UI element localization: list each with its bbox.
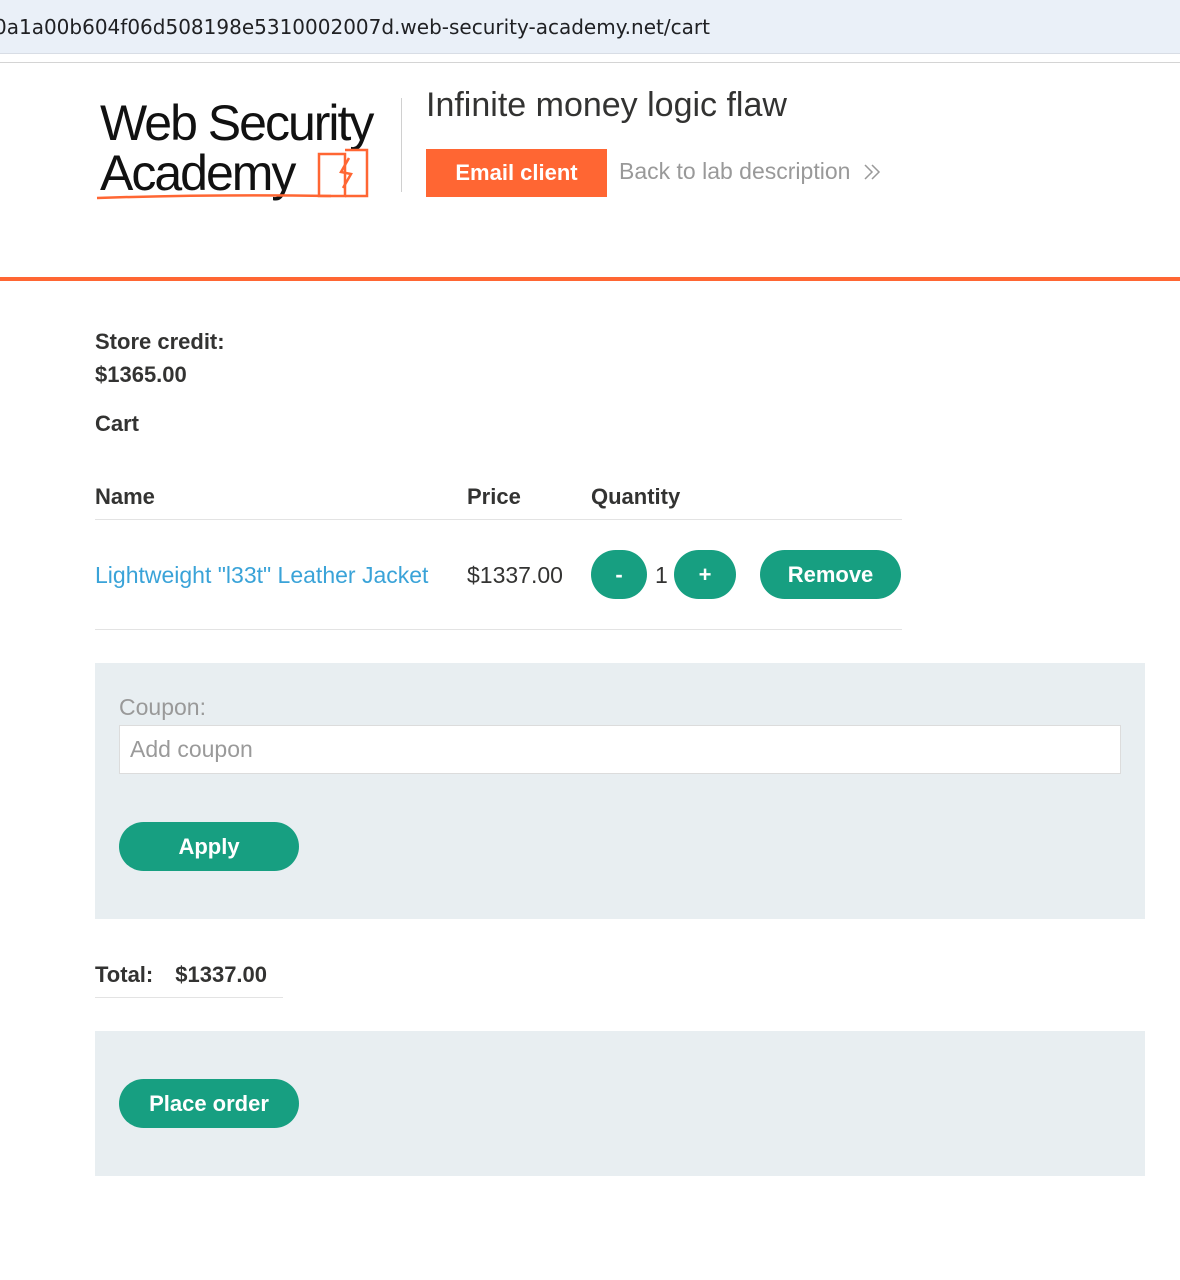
- svg-text:Academy: Academy: [100, 145, 296, 201]
- back-to-lab-description-link[interactable]: Back to lab description: [619, 158, 882, 185]
- column-header-name: Name: [95, 484, 155, 509]
- web-security-academy-logo[interactable]: Web Security Academy: [95, 92, 397, 204]
- store-credit-value: $1365.00: [95, 362, 187, 387]
- svg-text:Web Security: Web Security: [100, 95, 374, 151]
- column-header-price: Price: [467, 484, 521, 509]
- remove-item-button[interactable]: Remove: [760, 550, 901, 599]
- table-header-divider: [95, 519, 902, 520]
- increase-quantity-button[interactable]: +: [674, 550, 736, 599]
- total-divider: [95, 997, 283, 998]
- apply-coupon-button[interactable]: Apply: [119, 822, 299, 871]
- place-order-button[interactable]: Place order: [119, 1079, 299, 1128]
- coupon-input[interactable]: [119, 725, 1121, 774]
- column-header-quantity: Quantity: [591, 484, 681, 509]
- header-divider: [401, 98, 402, 192]
- email-client-button[interactable]: Email client: [426, 149, 607, 197]
- place-order-panel: Place order: [95, 1031, 1145, 1176]
- coupon-label: Coupon:: [119, 694, 206, 720]
- total-value: $1337.00: [175, 962, 268, 987]
- header-accent-rule: [0, 277, 1180, 281]
- table-row-divider: [95, 629, 902, 630]
- browser-url-bar[interactable]: 0a1a00b604f06d508198e5310002007d.web-sec…: [0, 0, 1180, 54]
- url-text[interactable]: 0a1a00b604f06d508198e5310002007d.web-sec…: [0, 15, 710, 39]
- product-price: $1337.00: [467, 562, 563, 588]
- logo-graphic: Web Security Academy: [96, 95, 376, 201]
- cart-heading: Cart: [95, 411, 140, 436]
- lab-title: Infinite money logic flaw: [426, 86, 787, 124]
- quantity-value: 1: [655, 562, 668, 588]
- coupon-panel: Coupon: Apply: [95, 663, 1145, 919]
- product-name-link[interactable]: Lightweight "l33t" Leather Jacket: [95, 562, 428, 589]
- decrease-quantity-button[interactable]: -: [591, 550, 647, 599]
- double-chevron-right-icon: [864, 163, 881, 180]
- back-link-label: Back to lab description: [619, 158, 851, 184]
- cart-total: Total: $1337.00: [95, 962, 267, 988]
- total-label: Total:: [95, 962, 154, 987]
- store-credit-label: Store credit:: [95, 329, 225, 354]
- url-bar-divider: [0, 62, 1180, 63]
